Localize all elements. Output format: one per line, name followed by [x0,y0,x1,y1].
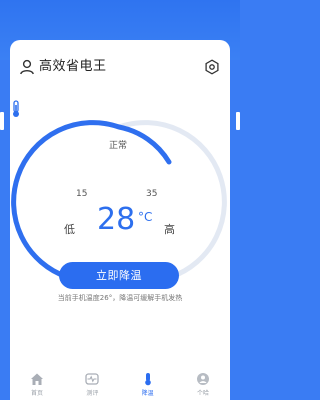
app-title: 高效省电王 [39,59,107,74]
scale-label-15: 15 [76,189,88,199]
temperature-value: 28 [97,202,136,237]
scale-label-top: 正常 [109,141,128,151]
nav-label-profile: 个哈 [196,390,209,397]
nav-item-home[interactable]: 首页 [10,370,64,400]
gear-icon[interactable] [204,59,220,75]
thermometer-nav-icon [144,373,151,386]
bottom-nav: 首页 测评 降温 个哈 [10,370,230,400]
pulse-icon [85,373,99,385]
thermometer-icon [13,100,19,117]
scale-label-high: 高 [164,223,175,236]
nav-label-cool: 降温 [141,390,154,397]
profile-icon [196,373,209,385]
right-edge-tab [236,112,240,130]
temperature-hint: 当前手机温度26°，降温可缓解手机发热 [57,294,183,302]
main-card: 高效省电王 正常 15 35 0 50 低 高 28 °C 立即降温 当前手机温… [10,40,230,400]
scale-label-low: 低 [64,223,75,236]
nav-label-home: 首页 [30,390,43,397]
app-header: 高效省电王 [10,40,230,92]
cool-down-button[interactable]: 立即降温 [59,262,179,289]
home-icon [31,373,43,385]
temperature-unit: °C [138,210,153,224]
nav-item-test[interactable]: 测评 [65,370,119,400]
left-edge-tab [0,112,4,130]
nav-label-test: 测评 [86,390,99,397]
user-icon[interactable] [19,59,35,75]
nav-item-cool[interactable]: 降温 [121,370,175,400]
nav-item-profile[interactable]: 个哈 [176,370,230,400]
scale-label-35: 35 [146,189,158,199]
